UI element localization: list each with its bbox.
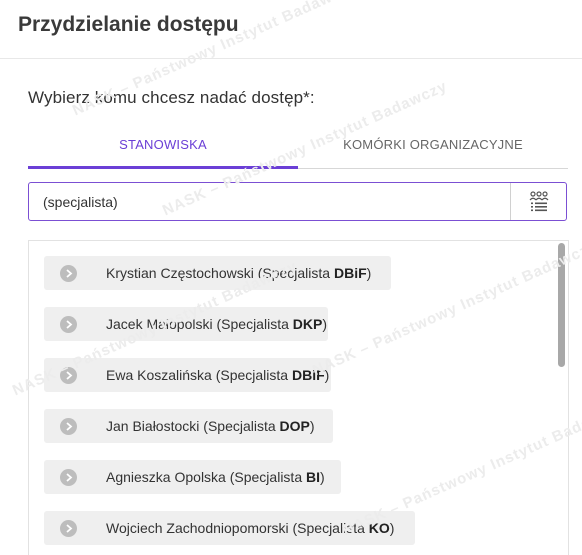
person-name: Wojciech Zachodniopomorski <box>106 520 289 536</box>
chevron-right-icon <box>60 469 77 486</box>
tab-komorki-organizacyjne[interactable]: KOMÓRKI ORGANIZACYJNE <box>298 128 568 169</box>
list-item[interactable]: Agnieszka Opolska (Specjalista BI) <box>44 460 341 494</box>
person-name: Krystian Częstochowski <box>106 265 254 281</box>
unit-code: BI <box>306 469 320 485</box>
list-item-label: Wojciech Zachodniopomorski (Specjalista … <box>106 520 394 536</box>
chevron-right-icon <box>60 316 77 333</box>
position-prefix: (Specjalista <box>225 469 306 485</box>
position-suffix: ) <box>366 265 372 281</box>
search-input[interactable] <box>29 183 513 220</box>
position-prefix: (Specjalista <box>288 520 369 536</box>
results-list: Krystian Częstochowski (Specjalista DBiF… <box>28 240 569 555</box>
access-dialog: Przydzielanie dostępu Wybierz komu chces… <box>0 0 582 555</box>
search-options-button[interactable] <box>510 183 566 220</box>
position-suffix: ) <box>322 316 327 332</box>
unit-code: DBiF <box>291 367 325 383</box>
list-item-label: Ewa Koszalińska (Specjalista DBiF) <box>106 367 329 383</box>
position-prefix: (Specjalista <box>212 316 293 332</box>
dialog-title: Przydzielanie dostępu <box>18 13 239 36</box>
position-suffix: ) <box>320 469 325 485</box>
chevron-right-icon <box>60 520 77 537</box>
tab-stanowiska[interactable]: STANOWISKA <box>28 128 298 169</box>
person-name: Ewa Koszalińska <box>106 367 212 383</box>
list-item[interactable]: Jan Białostocki (Specjalista DOP) <box>44 409 333 443</box>
chevron-right-icon <box>60 367 77 384</box>
list-item-label: Krystian Częstochowski (Specjalista DBiF… <box>106 265 371 281</box>
position-suffix: ) <box>309 418 315 434</box>
position-prefix: (Specjalista <box>253 265 334 281</box>
list-item[interactable]: Jacek Małopolski (Specjalista DKP) <box>44 307 328 341</box>
person-name: Jan Białostocki <box>106 418 200 434</box>
people-list-icon <box>529 191 549 212</box>
person-name: Jacek Małopolski <box>106 316 213 332</box>
dialog-header: Przydzielanie dostępu <box>0 0 582 59</box>
position-suffix: ) <box>324 367 330 383</box>
unit-code: DBiF <box>333 265 367 281</box>
list-item[interactable]: Ewa Koszalińska (Specjalista DBiF) <box>44 358 331 392</box>
list-item[interactable]: Wojciech Zachodniopomorski (Specjalista … <box>44 511 415 545</box>
position-prefix: (Specjalista <box>211 367 292 383</box>
chevron-right-icon <box>60 265 77 282</box>
list-item[interactable]: Krystian Częstochowski (Specjalista DBiF… <box>44 256 391 290</box>
list-scrollbar[interactable] <box>558 243 565 367</box>
prompt-label: Wybierz komu chcesz nadać dostęp*: <box>28 88 315 107</box>
unit-code: KO <box>368 520 390 536</box>
chevron-right-icon <box>60 418 77 435</box>
list-item-label: Jacek Małopolski (Specjalista DKP) <box>106 316 327 332</box>
search-box <box>28 182 567 221</box>
unit-code: DOP <box>279 418 310 434</box>
tab-bar: STANOWISKA KOMÓRKI ORGANIZACYJNE <box>28 128 568 169</box>
person-name: Agnieszka Opolska <box>106 469 226 485</box>
position-prefix: (Specjalista <box>199 418 280 434</box>
unit-code: DKP <box>292 316 323 332</box>
list-item-label: Agnieszka Opolska (Specjalista BI) <box>106 469 325 485</box>
position-suffix: ) <box>389 520 395 536</box>
list-item-label: Jan Białostocki (Specjalista DOP) <box>106 418 315 434</box>
